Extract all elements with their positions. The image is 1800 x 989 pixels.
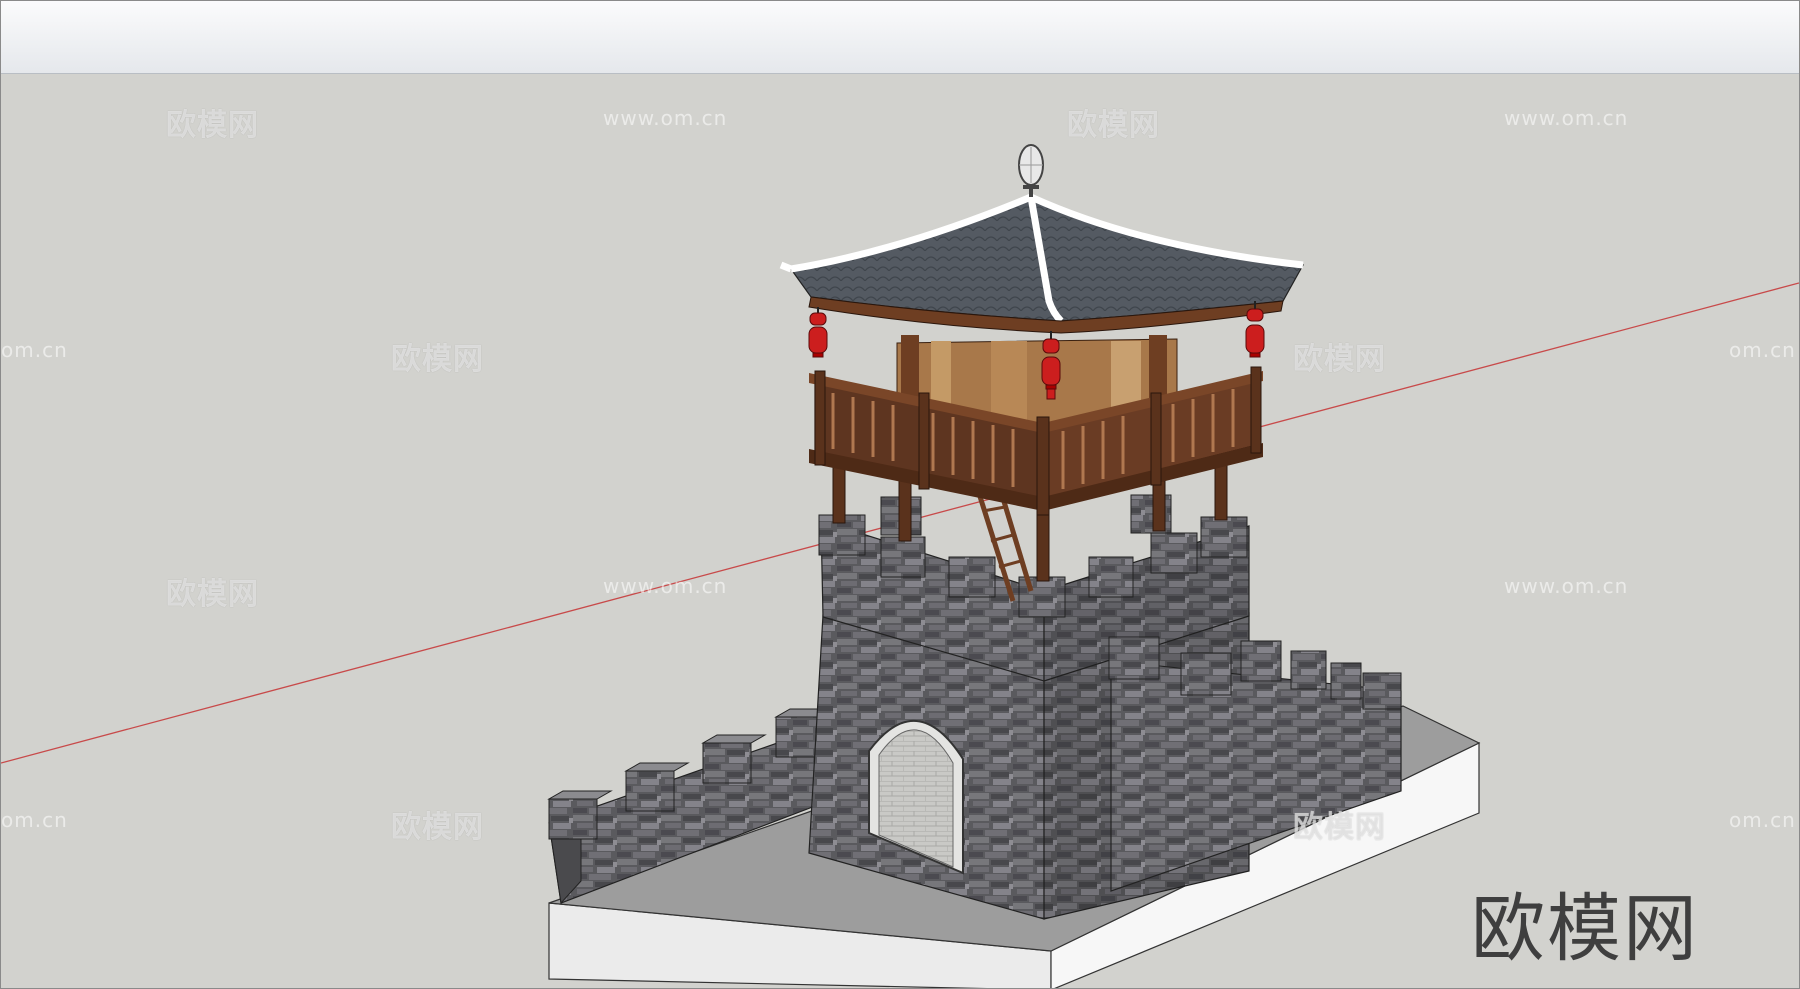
lantern-left [808,307,828,358]
modeling-app-window: 欧模网 www.om.cn 欧模网 www.om.cn om.cn 欧模网 欧模… [0,0,1800,989]
pagoda-roof [779,144,1304,334]
3d-viewport[interactable]: 欧模网 www.om.cn 欧模网 www.om.cn om.cn 欧模网 欧模… [1,74,1799,988]
top-toolbar [1,1,1799,74]
corner-logo-watermark: 欧模网 [1471,886,1699,972]
watchtower-model[interactable] [1,74,1799,988]
